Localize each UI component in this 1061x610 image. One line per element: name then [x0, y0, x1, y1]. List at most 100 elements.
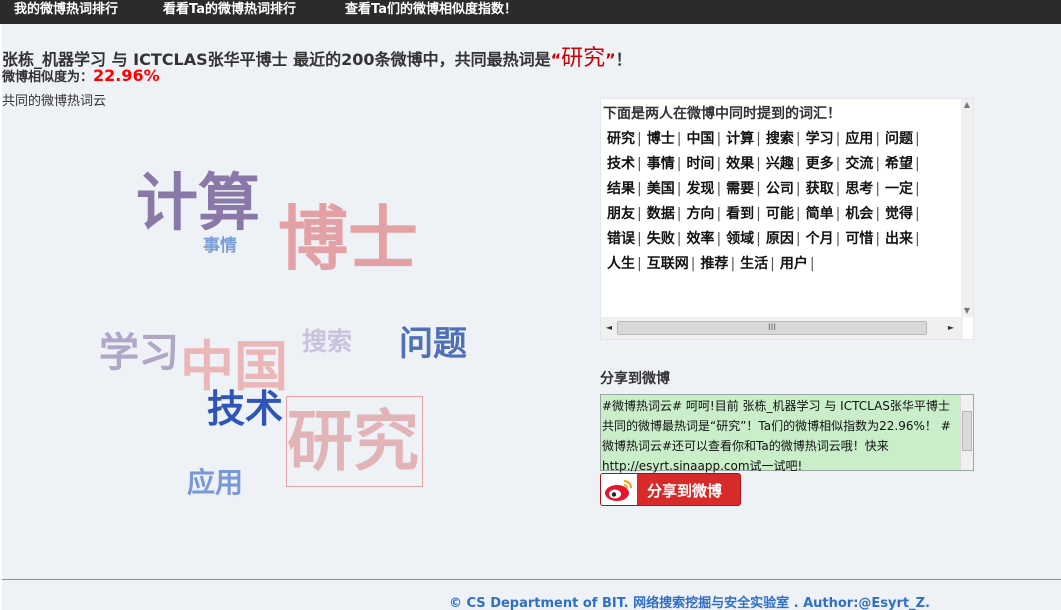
shared-word-item[interactable]: 计算	[726, 131, 754, 147]
shared-word-item[interactable]: 个月	[806, 231, 834, 247]
shared-word-item[interactable]: 获取	[806, 181, 834, 197]
cloud-word-wenti[interactable]: 问题	[399, 327, 467, 361]
shared-word-item[interactable]: 应用	[845, 131, 873, 147]
shared-word-item[interactable]: 错误	[607, 231, 635, 247]
scroll-right-arrow-icon[interactable]: ►	[945, 321, 957, 335]
shared-words-row: 错误 | 失败 | 效率 | 领域 | 原因 | 个月 | 可惜 | 出来 |	[607, 227, 963, 252]
shared-word-item[interactable]: 可能	[766, 206, 794, 222]
shared-words-list: 研究 | 博士 | 中国 | 计算 | 搜索 | 学习 | 应用 | 问题 | 技术 | 事情 | 时间 | 效果 | 兴趣 | 更…	[607, 127, 963, 277]
cloud-word-sousuo[interactable]: 搜索	[302, 329, 352, 354]
shared-word-item[interactable]: 简单	[806, 206, 834, 222]
word-separator: |	[716, 181, 722, 197]
share-to-weibo-button[interactable]: 分享到微博	[600, 473, 741, 506]
shared-word-item[interactable]: 希望	[885, 156, 913, 172]
similarity-label: 微博相似度为：	[2, 70, 94, 85]
shared-words-row: 研究 | 博士 | 中国 | 计算 | 搜索 | 学习 | 应用 | 问题 |	[607, 127, 963, 152]
shared-words-viewport: 下面是两人在微博中同时提到的词汇！ 研究 | 博士 | 中国 | 计算 | 搜索 | 学习 | 应用 | 问…	[601, 99, 963, 317]
shared-word-item[interactable]: 机会	[845, 206, 873, 222]
shared-word-item[interactable]: 领域	[726, 231, 754, 247]
shared-word-item[interactable]: 数据	[647, 206, 675, 222]
word-separator: |	[716, 231, 722, 247]
shared-words-row: 结果 | 美国 | 发现 | 需要 | 公司 | 获取 | 思考 | 一定 |	[607, 177, 963, 202]
shared-word-item[interactable]: 时间	[686, 156, 714, 172]
nav-my-hot-words[interactable]: 我的微博热词排行	[14, 0, 118, 24]
horizontal-scrollbar[interactable]: ◄ III ►	[601, 317, 963, 339]
footer-credit: © CS Department of BIT. 网络搜索挖掘与安全实验室 . A…	[449, 596, 930, 610]
share-scroll-thumb[interactable]	[962, 411, 972, 451]
shared-word-item[interactable]: 结果	[607, 181, 635, 197]
shared-word-item[interactable]: 需要	[726, 181, 754, 197]
shared-word-item[interactable]: 效果	[726, 156, 754, 172]
vertical-scrollbar[interactable]: ▲ ▼	[961, 99, 973, 317]
cloud-word-xuexi[interactable]: 学习	[99, 333, 179, 373]
word-separator: |	[875, 131, 881, 147]
shared-word-item[interactable]: 发现	[686, 181, 714, 197]
shared-word-item[interactable]: 事情	[647, 156, 675, 172]
shared-word-item[interactable]: 失败	[647, 231, 675, 247]
word-separator: |	[795, 181, 801, 197]
cloud-word-jishu[interactable]: 技术	[207, 390, 283, 428]
word-separator: |	[676, 231, 682, 247]
word-separator: |	[915, 231, 920, 247]
shared-word-item[interactable]: 互联网	[647, 256, 689, 272]
word-separator: |	[716, 156, 722, 172]
word-separator: |	[915, 131, 920, 147]
shared-word-item[interactable]: 交流	[845, 156, 873, 172]
shared-word-item[interactable]: 兴趣	[766, 156, 794, 172]
shared-word-item[interactable]: 出来	[885, 231, 913, 247]
cloud-word-zhongguo[interactable]: 中国	[180, 340, 288, 394]
shared-word-item[interactable]: 中国	[686, 131, 714, 147]
shared-word-item[interactable]: 搜索	[766, 131, 794, 147]
shared-word-item[interactable]: 觉得	[885, 206, 913, 222]
cloud-word-yingyong[interactable]: 应用	[187, 469, 243, 497]
shared-word-item[interactable]: 一定	[885, 181, 913, 197]
shared-word-item[interactable]: 人生	[607, 256, 635, 272]
share-textarea[interactable]: #微博热词云# 呵呵!目前 张栋_机器学习 与 ICTCLAS张华平博士共同的微…	[600, 394, 974, 473]
nav-their-hot-words[interactable]: 看看Ta的微博热词排行	[163, 0, 296, 24]
shared-word-item[interactable]: 学习	[806, 131, 834, 147]
shared-word-item[interactable]: 可惜	[845, 231, 873, 247]
shared-word-item[interactable]: 问题	[885, 131, 913, 147]
word-separator: |	[756, 231, 761, 247]
shared-word-item[interactable]: 生活	[740, 256, 768, 272]
shared-word-item[interactable]: 推荐	[700, 256, 728, 272]
word-separator: |	[637, 131, 642, 147]
shared-word-item[interactable]: 美国	[647, 181, 675, 197]
word-separator: |	[730, 256, 736, 272]
shared-words-row: 朋友 | 数据 | 方向 | 看到 | 可能 | 简单 | 机会 | 觉得 |	[607, 202, 963, 227]
word-separator: |	[637, 156, 642, 172]
word-separator: |	[835, 131, 841, 147]
scroll-down-arrow-icon[interactable]: ▼	[961, 305, 973, 317]
scroll-up-arrow-icon[interactable]: ▲	[961, 99, 973, 111]
shared-words-panel: 下面是两人在微博中同时提到的词汇！ 研究 | 博士 | 中国 | 计算 | 搜索 | 学习 | 应用 | 问…	[600, 98, 974, 340]
weibo-logo-icon	[601, 474, 637, 505]
word-separator: |	[676, 181, 682, 197]
share-scrollbar[interactable]	[960, 395, 973, 470]
word-separator: |	[795, 156, 801, 172]
shared-word-item[interactable]: 看到	[726, 206, 754, 222]
word-separator: |	[795, 231, 801, 247]
shared-word-item[interactable]: 技术	[607, 156, 635, 172]
shared-word-item[interactable]: 效率	[686, 231, 714, 247]
word-separator: |	[676, 206, 682, 222]
shared-word-item[interactable]: 方向	[686, 206, 714, 222]
shared-word-item[interactable]: 思考	[845, 181, 873, 197]
scroll-left-arrow-icon[interactable]: ◄	[603, 321, 615, 335]
shared-word-item[interactable]: 原因	[766, 231, 794, 247]
shared-word-item[interactable]: 更多	[806, 156, 834, 172]
word-separator: |	[915, 156, 920, 172]
shared-word-item[interactable]: 研究	[607, 131, 635, 147]
cloud-word-yanjiu[interactable]: 研究	[286, 396, 423, 487]
cloud-word-shiqing[interactable]: 事情	[203, 238, 237, 255]
word-separator: |	[637, 206, 642, 222]
cloud-word-jisuan[interactable]: 计算	[136, 172, 260, 234]
shared-word-item[interactable]: 朋友	[607, 206, 635, 222]
word-cloud: 计算 博士 事情 学习 中国 搜索 问题 技术 研究 应用	[2, 114, 562, 534]
share-text[interactable]: #微博热词云# 呵呵!目前 张栋_机器学习 与 ICTCLAS张华平博士共同的微…	[601, 396, 961, 476]
shared-word-item[interactable]: 公司	[766, 181, 794, 197]
shared-word-item[interactable]: 用户	[780, 256, 808, 272]
nav-similarity-index[interactable]: 查看Ta们的微博相似度指数！	[345, 0, 517, 24]
shared-word-item[interactable]: 博士	[647, 131, 675, 147]
cloud-word-boshi[interactable]: 博士	[278, 204, 418, 274]
horizontal-scroll-thumb[interactable]: III	[617, 321, 927, 335]
